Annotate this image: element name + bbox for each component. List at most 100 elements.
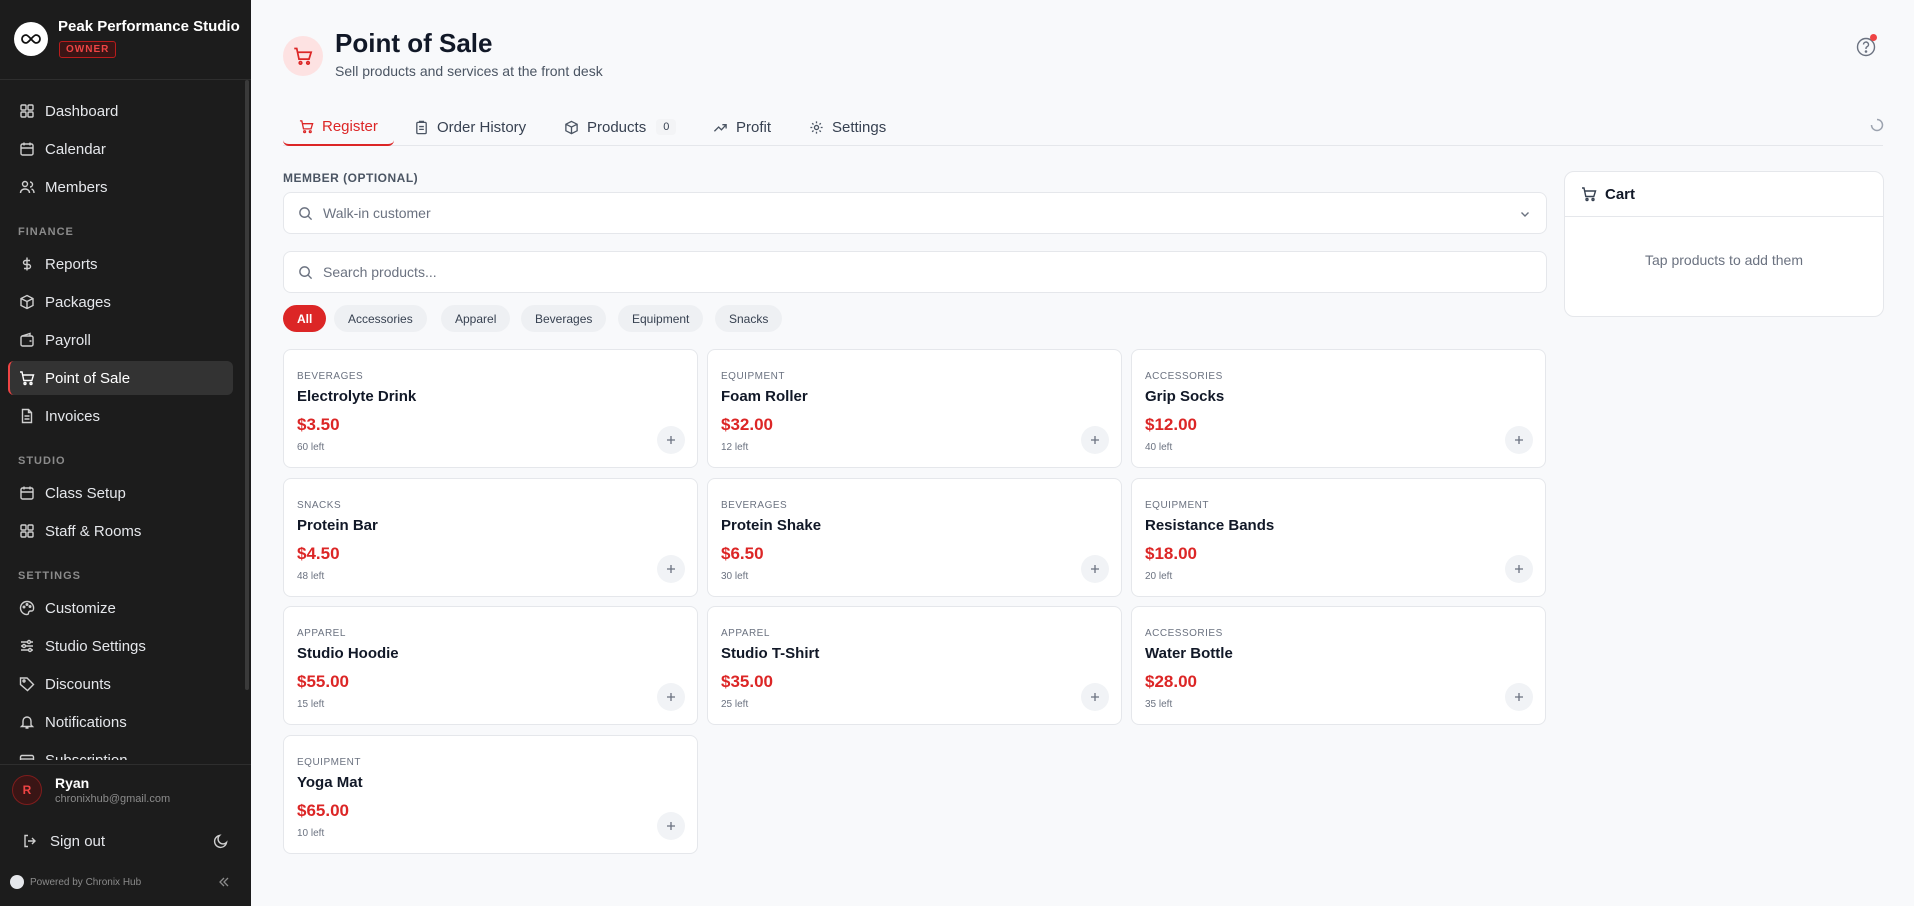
add-to-cart-button[interactable]	[657, 426, 685, 454]
add-to-cart-button[interactable]	[1081, 426, 1109, 454]
nav-section-finance: FINANCE	[18, 226, 74, 238]
brand-header: Peak Performance Studio OWNER	[0, 0, 251, 80]
grid-icon	[20, 524, 34, 538]
sidebar-item-label: Notifications	[45, 713, 127, 731]
product-card[interactable]: EQUIPMENT Yoga Mat $65.00 10 left	[283, 735, 698, 854]
product-category: BEVERAGES	[297, 371, 364, 382]
filter-chip-snacks[interactable]: Snacks	[715, 305, 783, 332]
tab-settings[interactable]: Settings	[809, 108, 886, 146]
sign-out-button[interactable]: Sign out	[10, 825, 240, 857]
avatar[interactable]: R	[12, 775, 42, 805]
add-to-cart-button[interactable]	[1505, 555, 1533, 583]
product-stock: 15 left	[297, 699, 325, 710]
product-name: Protein Shake	[721, 517, 822, 534]
sidebar-scrollbar[interactable]	[245, 80, 249, 690]
product-stock: 30 left	[721, 571, 749, 582]
tag-icon	[19, 677, 35, 692]
member-select-value: Walk-in customer	[323, 205, 431, 221]
product-name: Grip Socks	[1145, 388, 1225, 405]
package-icon	[20, 294, 34, 310]
credit-card-icon	[19, 754, 35, 760]
nav-section-studio: STUDIO	[18, 455, 66, 467]
search-icon	[299, 265, 313, 279]
product-price: $35.00	[721, 672, 773, 691]
cart-panel: Cart Tap products to add them	[1564, 171, 1884, 317]
palette-icon	[19, 600, 35, 616]
product-name: Studio T-Shirt	[721, 645, 820, 662]
product-price: $12.00	[1145, 415, 1197, 434]
sidebar-item-label: Invoices	[45, 407, 101, 425]
dashboard-icon	[20, 104, 34, 118]
sign-out-label: Sign out	[50, 832, 106, 850]
product-price: $4.50	[297, 544, 340, 563]
product-stock: 12 left	[721, 442, 749, 453]
sidebar-item-invoices[interactable]: Invoices	[8, 399, 233, 433]
nav-section-settings: SETTINGS	[18, 570, 82, 582]
filter-chip-accessories[interactable]: Accessories	[334, 305, 427, 332]
product-search-input[interactable]: Search products...	[283, 251, 1547, 293]
product-category: SNACKS	[297, 500, 342, 511]
tab-products[interactable]: Products 0	[564, 108, 677, 146]
product-card[interactable]: ACCESSORIES Water Bottle $28.00 35 left	[1131, 606, 1546, 725]
product-name: Resistance Bands	[1145, 517, 1275, 534]
plus-icon	[667, 822, 675, 830]
product-card[interactable]: BEVERAGES Electrolyte Drink $3.50 60 lef…	[283, 349, 698, 468]
plus-icon	[1515, 436, 1523, 444]
product-category: ACCESSORIES	[1145, 628, 1223, 639]
add-to-cart-button[interactable]	[1081, 555, 1109, 583]
sidebar-item-packages[interactable]: Packages	[8, 285, 233, 319]
add-to-cart-button[interactable]	[1505, 426, 1533, 454]
filter-chip-equipment[interactable]: Equipment	[618, 305, 704, 332]
member-select[interactable]: Walk-in customer	[283, 192, 1547, 234]
sidebar-item-point-of-sale[interactable]: Point of Sale	[8, 361, 233, 395]
sidebar-item-members[interactable]: Members	[8, 170, 233, 204]
product-card[interactable]: ACCESSORIES Grip Socks $12.00 40 left	[1131, 349, 1546, 468]
sidebar-item-label: Point of Sale	[45, 369, 131, 387]
sidebar-nav: Dashboard Calendar Members FINANCE Repor…	[0, 80, 244, 760]
product-card[interactable]: EQUIPMENT Resistance Bands $18.00 20 lef…	[1131, 478, 1546, 597]
sidebar-item-discounts[interactable]: Discounts	[8, 667, 233, 701]
tab-register[interactable]: Register	[283, 108, 394, 146]
sidebar-item-label: Customize	[45, 599, 116, 617]
product-price: $3.50	[297, 415, 340, 434]
product-card[interactable]: SNACKS Protein Bar $4.50 48 left	[283, 478, 698, 597]
sidebar-item-reports[interactable]: Reports	[8, 247, 233, 281]
filter-chip-all[interactable]: All	[283, 305, 327, 332]
sidebar-item-studio-settings[interactable]: Studio Settings	[8, 629, 233, 663]
sidebar-item-customize[interactable]: Customize	[8, 591, 233, 625]
filter-chip-apparel[interactable]: Apparel	[441, 305, 511, 332]
collapse-sidebar-icon[interactable]	[217, 875, 231, 889]
filter-chip-beverages[interactable]: Beverages	[521, 305, 607, 332]
tab-profit[interactable]: Profit	[713, 108, 771, 146]
product-price: $6.50	[721, 544, 764, 563]
sidebar-item-calendar[interactable]: Calendar	[8, 132, 233, 166]
product-stock: 10 left	[297, 828, 325, 839]
add-to-cart-button[interactable]	[657, 683, 685, 711]
add-to-cart-button[interactable]	[1505, 683, 1533, 711]
sidebar-item-staff-rooms[interactable]: Staff & Rooms	[8, 514, 233, 548]
add-to-cart-button[interactable]	[657, 812, 685, 840]
sidebar-item-label: Class Setup	[45, 484, 126, 502]
plus-icon	[1515, 565, 1523, 573]
product-stock: 60 left	[297, 442, 325, 453]
sidebar-item-payroll[interactable]: Payroll	[8, 323, 233, 357]
sidebar-item-notifications[interactable]: Notifications	[8, 705, 233, 739]
product-card[interactable]: APPAREL Studio Hoodie $55.00 15 left	[283, 606, 698, 725]
product-name: Yoga Mat	[297, 774, 363, 791]
sidebar-item-label: Calendar	[45, 140, 106, 158]
cart-icon	[20, 371, 35, 386]
add-to-cart-button[interactable]	[657, 555, 685, 583]
product-card[interactable]: EQUIPMENT Foam Roller $32.00 12 left	[707, 349, 1122, 468]
studio-name: Peak Performance Studio	[58, 18, 240, 35]
studio-logo-icon	[14, 22, 48, 56]
product-card[interactable]: BEVERAGES Protein Shake $6.50 30 left	[707, 478, 1122, 597]
sidebar-item-dashboard[interactable]: Dashboard	[8, 94, 233, 128]
tab-label: Order History	[437, 118, 527, 136]
sidebar-item-class-setup[interactable]: Class Setup	[8, 476, 233, 510]
tab-order-history[interactable]: Order History	[414, 108, 526, 146]
sidebar-item-subscription[interactable]: Subscription	[8, 743, 233, 760]
add-to-cart-button[interactable]	[1081, 683, 1109, 711]
sidebar-item-label: Members	[45, 178, 108, 196]
moon-icon[interactable]	[213, 833, 229, 849]
product-card[interactable]: APPAREL Studio T-Shirt $35.00 25 left	[707, 606, 1122, 725]
